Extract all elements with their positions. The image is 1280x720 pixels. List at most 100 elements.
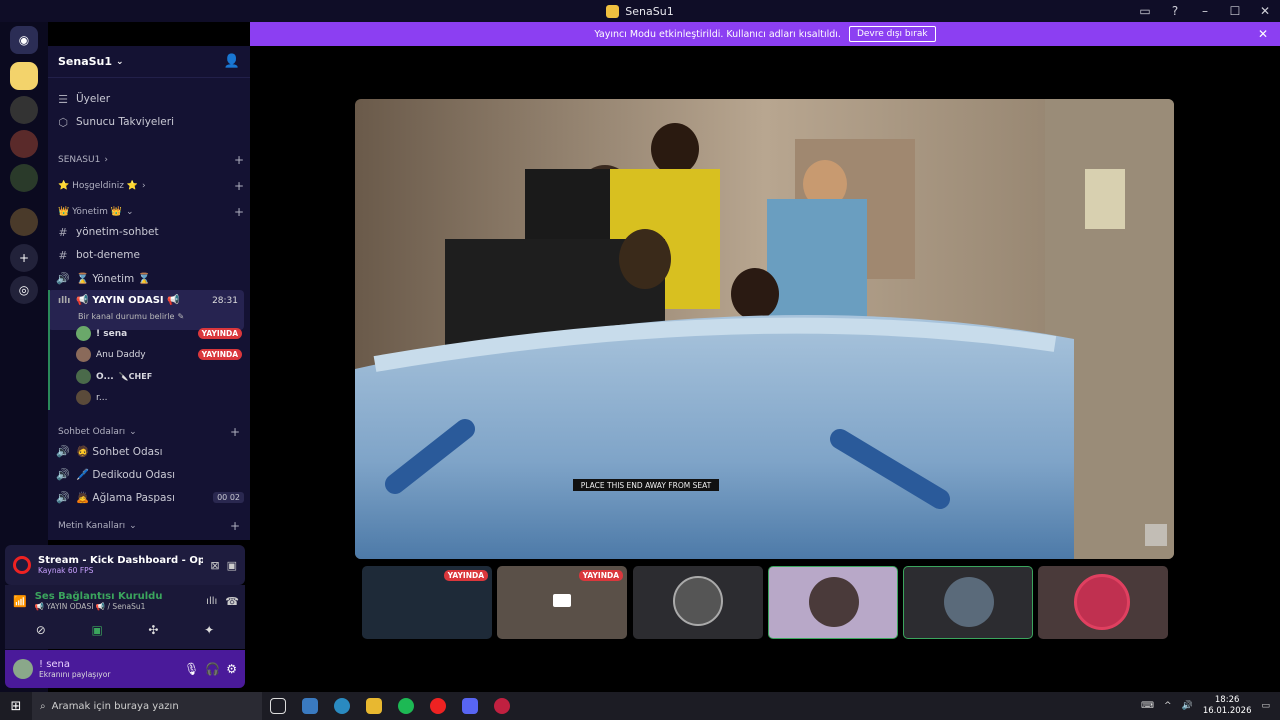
discover-icon[interactable]: ◎	[10, 276, 38, 304]
user-panel: ! sena Ekranını paylaşıyor 🎙 🎧 ⚙	[5, 650, 245, 688]
system-tray: ⌨ ^ 🔊 18:26 16.01.2026 ▭	[1141, 695, 1280, 717]
discord-home-icon[interactable]: ◉	[10, 26, 38, 54]
taskbar-clock[interactable]: 18:26 16.01.2026	[1203, 695, 1252, 717]
disconnect-icon[interactable]: ☎	[225, 595, 239, 608]
participant-tile[interactable]	[768, 566, 898, 639]
channel-boosts[interactable]: ⬡ Sunucu Takviyeleri	[56, 112, 244, 132]
spotify-icon[interactable]	[390, 692, 422, 720]
screen-share-icon[interactable]: ▣	[91, 623, 102, 637]
add-member-icon[interactable]: 👤	[224, 54, 240, 69]
video-frame: PLACE THIS END AWAY FROM SEAT	[355, 99, 1174, 559]
server-folder-icon[interactable]	[10, 164, 38, 192]
avatar[interactable]	[13, 659, 33, 679]
avatar	[673, 576, 723, 626]
soundboard-icon[interactable]: ✦	[204, 623, 214, 637]
signal-icon[interactable]: 📶	[13, 595, 27, 608]
speaker-icon: 🔊	[56, 490, 70, 504]
keyboard-icon[interactable]: ⌨	[1141, 701, 1154, 711]
channel-bot-deneme[interactable]: # bot-deneme	[56, 245, 244, 265]
stream-settings-icon[interactable]: ▣	[227, 559, 237, 572]
noise-suppression-icon[interactable]: ıllı	[206, 596, 217, 607]
add-server-icon[interactable]: +	[10, 244, 38, 272]
category-metin[interactable]: Metin Kanalları ⌄ +	[58, 518, 240, 534]
participant-tile[interactable]	[1038, 566, 1168, 639]
avatar	[809, 577, 859, 627]
voice-user[interactable]: r...	[76, 388, 242, 407]
channel-yonetim-sohbet[interactable]: # yönetim-sohbet	[56, 222, 244, 242]
category-hosgeldiniz[interactable]: ⭐ Hoşgeldiniz ⭐ › +	[58, 178, 244, 194]
channel-status[interactable]: Bir kanal durumu belirle	[78, 312, 174, 321]
microphone-icon[interactable]: 🎙	[184, 662, 199, 676]
stream-video[interactable]: PLACE THIS END AWAY FROM SEAT	[355, 99, 1174, 559]
search-icon: ⌕	[40, 700, 46, 712]
add-channel-icon[interactable]: +	[230, 425, 240, 439]
channel-aglama-paspasi[interactable]: 🔊 🙇 Ağlama Paspası 00 02	[56, 487, 244, 507]
gear-icon[interactable]: ⚙	[226, 662, 237, 676]
avatar	[944, 577, 994, 627]
stream-title: Stream - Kick Dashboard - Op...	[38, 555, 204, 566]
taskbar-search[interactable]: ⌕ Aramak için buraya yazın	[32, 692, 262, 720]
stream-thumbnail[interactable]: YAYINDA	[497, 566, 627, 639]
video-caption: PLACE THIS END AWAY FROM SEAT	[581, 481, 712, 490]
connection-channel[interactable]: 📢 YAYIN ODASI 📢 / SenaSu1	[35, 602, 163, 611]
voice-user[interactable]: ! sena YAYINDA	[76, 324, 242, 343]
add-channel-icon[interactable]: +	[230, 519, 240, 533]
app-icon[interactable]	[294, 692, 326, 720]
add-channel-icon[interactable]: +	[234, 179, 244, 193]
category-sohbet[interactable]: Sohbet Odaları ⌄ +	[58, 424, 240, 440]
voice-timer: 28:31	[212, 295, 238, 306]
discord-icon[interactable]	[454, 692, 486, 720]
server-folder-icon[interactable]	[10, 96, 38, 124]
pencil-icon[interactable]: ✎	[177, 312, 184, 321]
speaker-icon: 🔊	[56, 271, 70, 285]
participant-tile[interactable]	[903, 566, 1033, 639]
participant-tile[interactable]	[633, 566, 763, 639]
channel-yonetim-voice[interactable]: 🔊 ⌛ Yönetim ⌛	[56, 268, 244, 288]
camera-off-icon[interactable]: ⊘	[36, 623, 46, 637]
live-badge: YAYINDA	[443, 570, 488, 581]
windows-start-icon[interactable]: ⊞	[0, 699, 32, 714]
stream-thumbnail[interactable]: YAYINDA	[362, 566, 492, 639]
maximize-button[interactable]: ☐	[1220, 0, 1250, 22]
category-yonetim[interactable]: 👑 Yönetim 👑 ⌄ +	[58, 204, 244, 220]
avatar	[76, 347, 91, 362]
channel-members[interactable]: ☰ Üyeler	[56, 89, 244, 109]
disable-streamer-mode-button[interactable]: Devre dışı bırak	[848, 26, 936, 42]
stop-stream-icon[interactable]: ⊠	[210, 559, 219, 572]
voice-user[interactable]: O... 🔪CHEF	[76, 367, 242, 386]
app-icon	[606, 4, 620, 18]
close-icon[interactable]: ✕	[1258, 27, 1268, 41]
close-window-button[interactable]: ✕	[1250, 0, 1280, 22]
members-icon: ☰	[58, 92, 68, 106]
stream-panel[interactable]: Stream - Kick Dashboard - Op... Kaynak 6…	[5, 545, 245, 585]
add-channel-icon[interactable]: +	[234, 153, 244, 167]
banner-text: Yayıncı Modu etkinleştirildi. Kullanıcı …	[594, 28, 841, 40]
server-icon-senasu1[interactable]	[10, 62, 38, 90]
file-explorer-icon[interactable]	[358, 692, 390, 720]
category-senasu1[interactable]: SENASU1 › +	[58, 152, 244, 168]
streamer-mode-banner: Yayıncı Modu etkinleştirildi. Kullanıcı …	[250, 22, 1280, 46]
channel-dedikodu-odasi[interactable]: 🔊 🖊️ Dedikodu Odası	[56, 464, 244, 484]
headphones-icon[interactable]: 🎧	[205, 662, 220, 676]
opera-gx-icon[interactable]	[486, 692, 518, 720]
inbox-icon[interactable]: ▭	[1130, 0, 1160, 22]
activities-icon[interactable]: ✣	[148, 623, 158, 637]
chevron-up-icon[interactable]: ^	[1164, 701, 1172, 711]
minimize-button[interactable]: –	[1190, 0, 1220, 22]
notification-icon[interactable]: ▭	[1261, 701, 1270, 711]
chevron-right-icon: ›	[142, 181, 146, 191]
avatar	[76, 369, 91, 384]
voice-user[interactable]: Anu Daddy YAYINDA	[76, 345, 242, 364]
stream-quality: Kaynak 60 FPS	[38, 566, 94, 575]
server-folder-icon[interactable]	[10, 208, 38, 236]
server-folder-icon[interactable]	[10, 130, 38, 158]
channel-sohbet-odasi[interactable]: 🔊 🧔 Sohbet Odası	[56, 441, 244, 461]
opera-icon[interactable]	[422, 692, 454, 720]
server-header[interactable]: SenaSu1 ⌄ 👤	[48, 46, 250, 78]
task-view-icon[interactable]	[262, 692, 294, 720]
add-channel-icon[interactable]: +	[234, 205, 244, 219]
chevron-right-icon: ›	[104, 155, 108, 165]
volume-icon[interactable]: 🔊	[1182, 701, 1193, 711]
edge-icon[interactable]	[326, 692, 358, 720]
help-icon[interactable]: ?	[1160, 0, 1190, 22]
